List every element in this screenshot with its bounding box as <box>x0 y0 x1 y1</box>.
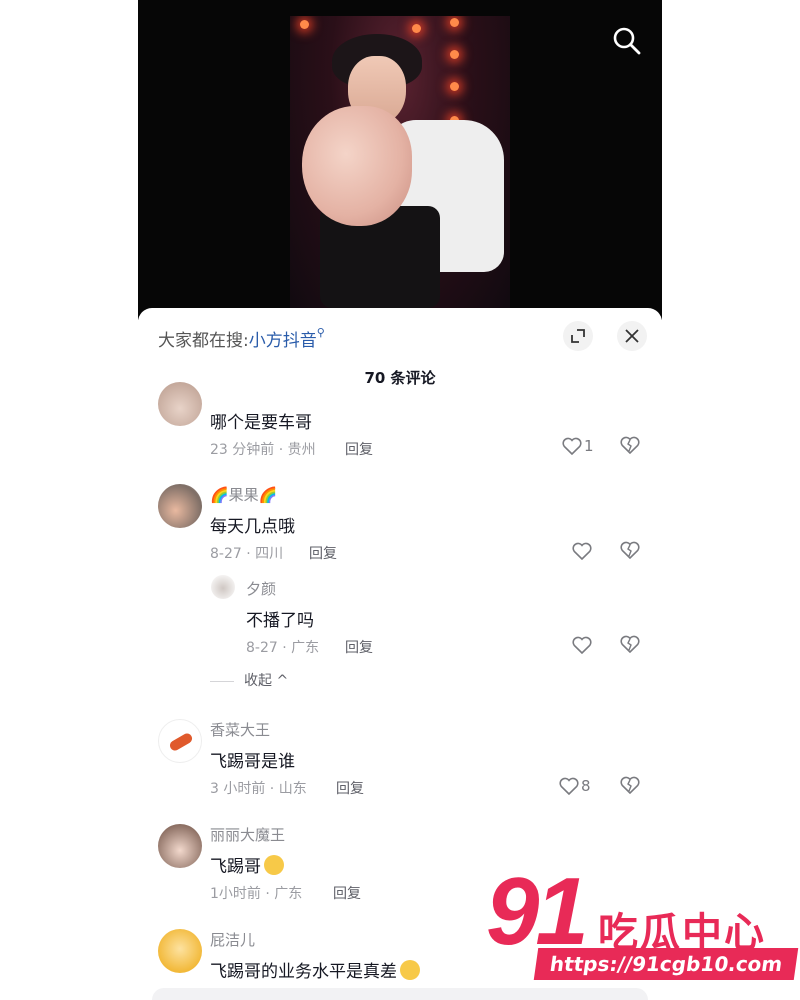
reply-text: 不播了吗 <box>246 611 314 631</box>
avatar[interactable] <box>158 929 202 973</box>
comment-text: 哪个是要车哥 <box>210 413 312 433</box>
reply-username[interactable]: 夕颜 <box>246 578 276 599</box>
expand-icon <box>571 329 585 343</box>
stage-light <box>412 24 421 33</box>
search-suggestion[interactable]: 大家都在搜:小方抖音⚲ <box>158 326 325 351</box>
heart-icon <box>572 542 592 560</box>
comment-meta: 1小时前 · 广东 <box>210 886 303 902</box>
comment-count-title: 70 条评论 <box>364 369 436 387</box>
broken-heart-icon <box>620 541 640 560</box>
like-button[interactable] <box>572 541 592 563</box>
comment-meta: 8-27 · 四川 <box>210 546 284 562</box>
comment-text: 飞踢哥 <box>210 852 284 877</box>
close-icon <box>625 329 639 343</box>
pleading-face-emoji-icon <box>400 960 420 980</box>
heart-icon <box>559 777 579 795</box>
heart-icon <box>562 437 582 455</box>
broken-heart-icon <box>620 776 640 795</box>
avatar[interactable] <box>158 719 202 763</box>
avatar[interactable] <box>211 575 235 599</box>
comment-meta: 3 小时前 · 山东 <box>210 781 307 797</box>
broken-heart-icon <box>620 635 640 654</box>
video-frame <box>290 16 510 308</box>
comment-text: 飞踢哥的业务水平是真差 <box>210 957 420 982</box>
dizzy-face-emoji-icon <box>264 855 284 875</box>
video-player[interactable] <box>138 0 662 320</box>
comment-text: 飞踢哥是谁 <box>210 752 295 772</box>
comment-meta: 23 分钟前 · 贵州 <box>210 442 316 458</box>
like-button[interactable]: 8 <box>559 776 591 798</box>
like-button[interactable] <box>572 635 592 657</box>
collapse-label: 收起 ^ <box>244 673 289 689</box>
dislike-button[interactable] <box>620 541 642 563</box>
comment-username[interactable]: 🌈果果🌈 <box>210 484 277 505</box>
stage-light <box>450 18 459 27</box>
comment-text-content: 飞踢哥的业务水平是真差 <box>210 962 397 982</box>
heart-icon <box>572 636 592 654</box>
reply-button[interactable]: 回复 <box>333 883 361 903</box>
reply-meta: 8-27 · 广东 <box>246 640 320 656</box>
watermark-number: 91 <box>486 858 589 965</box>
dislike-button[interactable] <box>620 776 642 798</box>
dislike-button[interactable] <box>620 635 642 657</box>
watermark-url: https://91cgb10.com <box>533 948 799 980</box>
stage-light <box>450 50 459 59</box>
sausage-icon <box>169 733 193 751</box>
comment-username[interactable]: 屁洁儿 <box>210 929 255 950</box>
broken-heart-icon <box>620 436 640 455</box>
reply-button[interactable]: 回复 <box>336 778 364 798</box>
avatar[interactable] <box>158 484 202 528</box>
stage-light <box>300 20 309 29</box>
avatar[interactable] <box>158 382 202 426</box>
expand-button[interactable] <box>563 321 593 351</box>
close-button[interactable] <box>617 321 647 351</box>
like-count: 8 <box>581 776 591 795</box>
collapse-replies-button[interactable]: 收起 ^ <box>210 670 288 690</box>
avatar[interactable] <box>158 824 202 868</box>
site-watermark: 91 吃瓜中心 https://91cgb10.com <box>486 862 799 988</box>
comment-username[interactable]: 香菜大王 <box>210 719 270 740</box>
comment-text-content: 飞踢哥 <box>210 857 261 877</box>
search-suggestion-term[interactable]: 小方抖音 <box>249 331 317 351</box>
reply-button[interactable]: 回复 <box>345 439 373 459</box>
like-button[interactable]: 1 <box>562 436 594 458</box>
comment-text: 每天几点哦 <box>210 517 295 537</box>
comment-username[interactable]: 丽丽大魔王 <box>210 824 285 845</box>
small-search-icon: ⚲ <box>316 326 325 339</box>
dislike-button[interactable] <box>620 436 642 458</box>
comment-input-bar[interactable] <box>152 988 648 1000</box>
performer-fist <box>302 106 412 226</box>
app-screen: 大家都在搜:小方抖音⚲ 70 条评论 哪个是要车哥 23 分钟前 · 贵州 回复… <box>138 0 662 1000</box>
reply-button[interactable]: 回复 <box>345 637 373 657</box>
like-count: 1 <box>584 436 594 455</box>
stage-light <box>450 82 459 91</box>
search-suggestion-prefix: 大家都在搜: <box>158 331 249 351</box>
reply-button[interactable]: 回复 <box>309 543 337 563</box>
search-icon[interactable] <box>612 26 642 56</box>
divider <box>210 680 234 682</box>
